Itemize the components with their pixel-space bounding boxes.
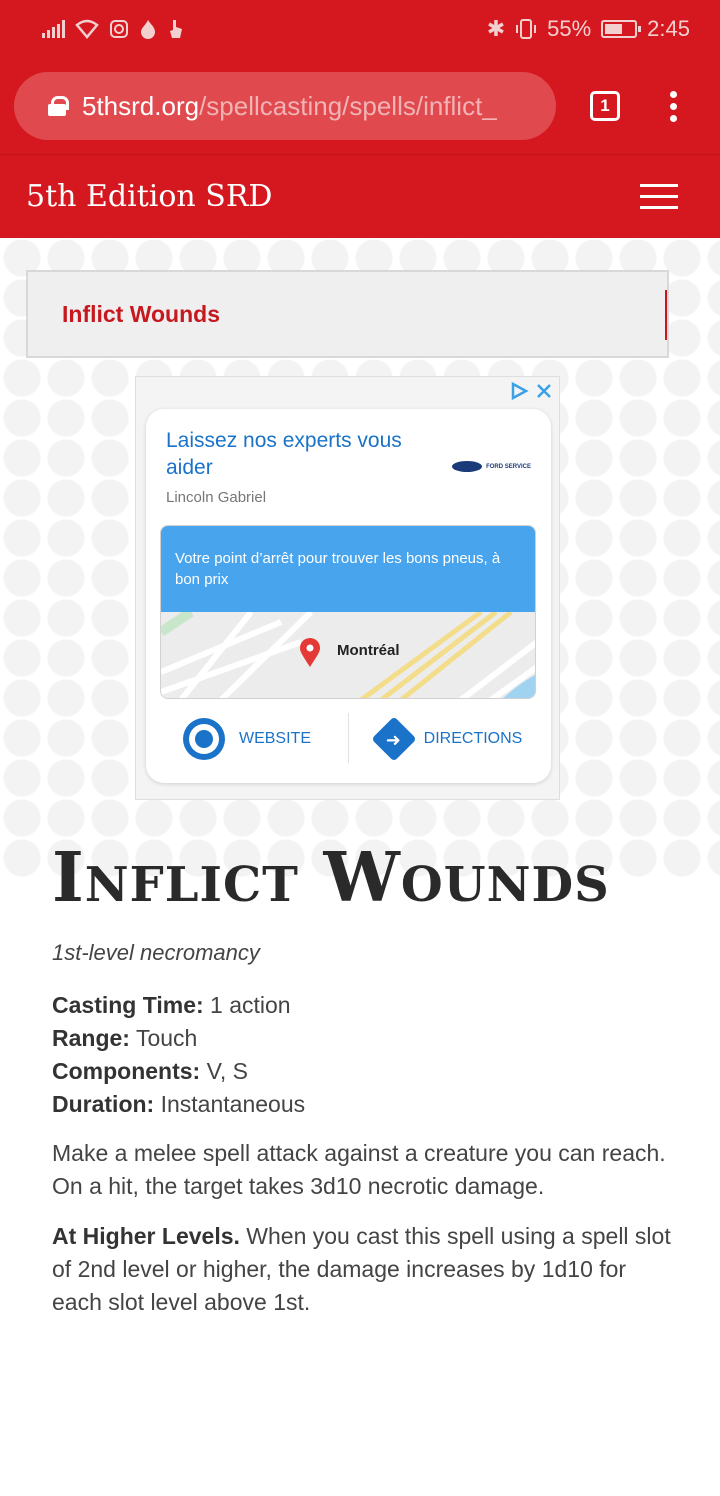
page-title: Inflict Wounds: [52, 838, 610, 918]
url-text[interactable]: 5thsrd.org/spellcasting/spells/inflict_: [82, 91, 497, 122]
globe-icon: [182, 718, 225, 760]
website-label: WEBSITE: [238, 730, 311, 747]
ad-map[interactable]: Montréal: [161, 612, 535, 698]
directions-button[interactable]: ➜ DIRECTIONS: [349, 709, 551, 769]
components-row: Components: V, S: [52, 1055, 305, 1088]
close-icon[interactable]: [535, 382, 553, 400]
ad-map-caption: Votre point d’arrêt pour trouver les bon…: [161, 526, 535, 612]
casting-time-label: Casting Time:: [52, 992, 204, 1018]
status-icons-right: ✱ 55% 2:45: [487, 16, 690, 42]
duration-label: Duration:: [52, 1091, 155, 1117]
ad-actions: WEBSITE ➜ DIRECTIONS: [146, 709, 551, 769]
map-city-label: Montréal: [337, 642, 400, 659]
higher-levels-label: At Higher Levels.: [52, 1223, 240, 1249]
bluetooth-icon: ✱: [486, 16, 506, 41]
ad-card[interactable]: Laissez nos experts vous aider FORD SERV…: [146, 409, 551, 783]
battery-icon: [601, 20, 642, 38]
site-title[interactable]: 5th Edition SRD: [26, 179, 272, 214]
battery-percent: 55%: [547, 16, 592, 41]
casting-time-value: 1 action: [210, 992, 291, 1018]
clock: 2:45: [647, 16, 690, 41]
address-bar[interactable]: 5thsrd.org/spellcasting/spells/inflict_: [14, 72, 556, 140]
breadcrumb: Inflict Wounds: [26, 270, 669, 358]
spell-description: Make a melee spell attack against a crea…: [52, 1140, 666, 1199]
adchoices-icon[interactable]: [509, 381, 529, 401]
casting-time-row: Casting Time: 1 action: [52, 989, 305, 1022]
duration-value: Instantaneous: [160, 1091, 306, 1117]
duration-row: Duration: Instantaneous: [52, 1088, 305, 1121]
more-options-icon[interactable]: [670, 90, 677, 122]
website-button[interactable]: WEBSITE: [146, 709, 348, 769]
menu-icon[interactable]: [640, 184, 678, 209]
map-pin-icon: [300, 638, 320, 667]
components-label: Components:: [52, 1058, 201, 1084]
range-value: Touch: [135, 1025, 198, 1051]
hand-icon: [170, 20, 182, 38]
advertisement[interactable]: Laissez nos experts vous aider FORD SERV…: [135, 376, 560, 800]
spell-properties: Casting Time: 1 action Range: Touch Comp…: [52, 989, 305, 1121]
status-bar: ✱ 55% 2:45: [0, 0, 720, 58]
browser-toolbar: 5thsrd.org/spellcasting/spells/inflict_ …: [0, 58, 720, 154]
ad-choices[interactable]: [509, 381, 553, 401]
higher-levels: At Higher Levels. When you cast this spe…: [52, 1220, 672, 1319]
components-value: V, S: [206, 1058, 248, 1084]
spell-level-school: 1st-level necromancy: [52, 940, 260, 965]
ad-map-card[interactable]: Votre point d’arrêt pour trouver les bon…: [160, 525, 536, 699]
ad-advertiser: Lincoln Gabriel: [166, 489, 267, 506]
tab-switcher-button[interactable]: 1: [590, 91, 620, 121]
breadcrumb-current[interactable]: Inflict Wounds: [62, 301, 220, 328]
wifi-icon: [75, 19, 99, 39]
ad-headline[interactable]: Laissez nos experts vous aider: [166, 427, 426, 481]
status-icons-left: [42, 18, 185, 40]
ford-oval-icon: [452, 461, 483, 472]
directions-icon: ➜: [371, 716, 417, 762]
directions-label: DIRECTIONS: [423, 730, 523, 747]
range-label: Range:: [52, 1025, 130, 1051]
instagram-icon: [110, 20, 128, 38]
url-path: /spellcasting/spells/inflict_: [199, 90, 497, 121]
vibrate-icon: [516, 19, 537, 39]
cellular-signal-icon: [42, 20, 65, 38]
lock-icon: [48, 96, 69, 116]
fire-icon: [141, 20, 155, 39]
range-row: Range: Touch: [52, 1022, 305, 1055]
brand-logo: FORD SERVICE: [452, 461, 531, 472]
site-header: 5th Edition SRD: [0, 154, 720, 238]
url-domain: 5thsrd.org: [82, 90, 200, 121]
brand-logo-text: FORD SERVICE: [486, 463, 531, 470]
